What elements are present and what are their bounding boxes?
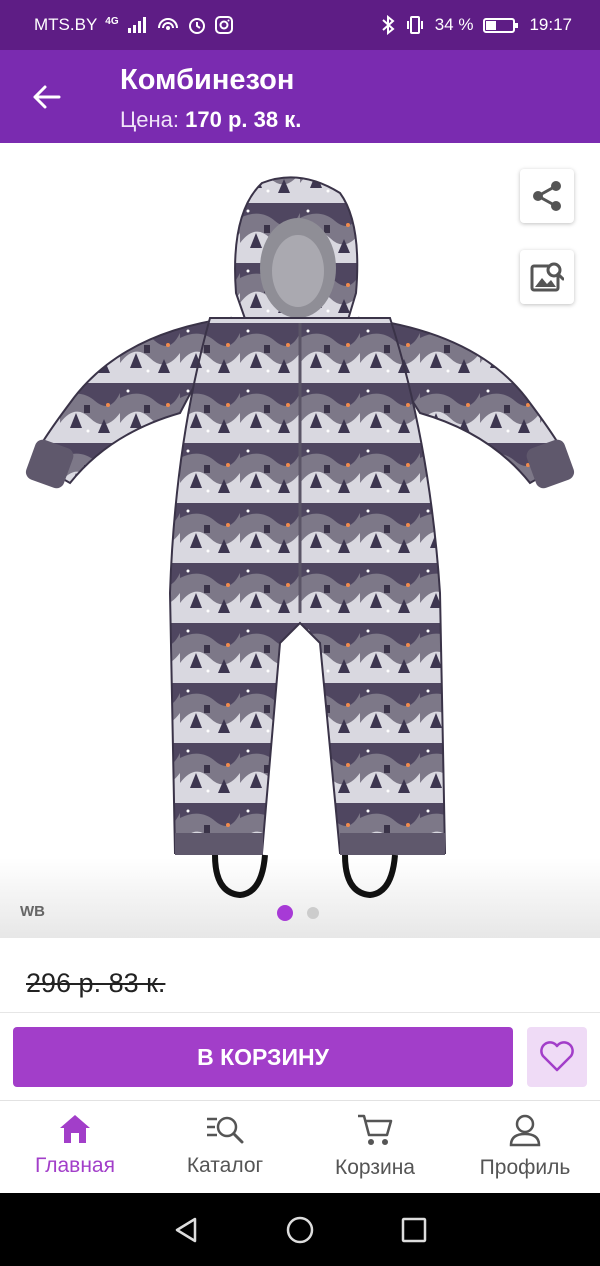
status-left: MTS.BY 4G bbox=[34, 15, 233, 35]
nav-label-cart: Корзина bbox=[335, 1156, 415, 1179]
bottom-navigation: Главная Каталог Корзина Профиль bbox=[0, 1100, 600, 1193]
product-gallery[interactable]: WB bbox=[0, 143, 600, 938]
price-value: 170 р. 38 к. bbox=[185, 107, 302, 132]
share-icon bbox=[533, 181, 561, 211]
signal-icon bbox=[127, 17, 146, 33]
network-type: 4G bbox=[105, 15, 119, 27]
share-button[interactable] bbox=[520, 169, 574, 223]
battery-percent: 34 % bbox=[434, 15, 474, 34]
carousel-dot-2[interactable] bbox=[307, 907, 319, 919]
product-image[interactable] bbox=[0, 143, 600, 903]
carousel-dot-1[interactable] bbox=[277, 905, 293, 921]
status-bar: MTS.BY 4G 34 % 19:17 bbox=[0, 0, 600, 50]
status-right: 34 % 19:17 bbox=[381, 15, 572, 35]
back-button[interactable] bbox=[20, 74, 72, 120]
nav-item-profile[interactable]: Профиль bbox=[450, 1101, 600, 1193]
system-navigation-bar bbox=[0, 1193, 600, 1266]
arrow-left-icon bbox=[33, 85, 61, 109]
carrier-name: MTS.BY bbox=[34, 15, 98, 34]
recents-square-icon[interactable] bbox=[401, 1217, 427, 1243]
home-circle-icon[interactable] bbox=[285, 1215, 315, 1245]
carousel-indicator bbox=[277, 905, 319, 921]
clock: 19:17 bbox=[529, 15, 572, 34]
vibrate-icon bbox=[406, 16, 423, 34]
alarm-icon bbox=[188, 18, 205, 34]
app-bar: Комбинезон Цена: 170 р. 38 к. bbox=[0, 50, 600, 143]
nav-item-home[interactable]: Главная bbox=[0, 1101, 150, 1193]
profile-icon bbox=[509, 1114, 541, 1147]
nav-item-catalog[interactable]: Каталог bbox=[150, 1101, 300, 1193]
nav-label-home: Главная bbox=[35, 1154, 115, 1177]
nav-item-cart[interactable]: Корзина bbox=[300, 1101, 450, 1193]
brand-mark: WB bbox=[20, 903, 45, 920]
old-price: 296 р. 83 к. bbox=[26, 968, 166, 998]
hotspot-icon bbox=[157, 18, 178, 30]
favorite-button[interactable] bbox=[527, 1027, 587, 1087]
back-triangle-icon[interactable] bbox=[173, 1216, 199, 1244]
battery-icon bbox=[483, 17, 519, 33]
current-price-line: Цена: 170 р. 38 к. bbox=[120, 107, 301, 133]
add-to-cart-button[interactable]: В КОРЗИНУ bbox=[13, 1027, 513, 1087]
divider bbox=[0, 1012, 600, 1013]
price-label: Цена: bbox=[120, 107, 180, 132]
bluetooth-icon bbox=[382, 15, 395, 35]
page-title: Комбинезон bbox=[120, 64, 295, 96]
cart-icon bbox=[358, 1114, 393, 1145]
image-search-button[interactable] bbox=[520, 250, 574, 304]
nav-label-profile: Профиль bbox=[479, 1156, 571, 1179]
instagram-icon bbox=[214, 16, 233, 34]
heart-icon bbox=[540, 1041, 574, 1072]
nav-label-catalog: Каталог bbox=[186, 1154, 264, 1177]
catalog-search-icon bbox=[207, 1116, 244, 1144]
home-icon bbox=[60, 1115, 90, 1143]
image-search-icon bbox=[530, 262, 564, 292]
